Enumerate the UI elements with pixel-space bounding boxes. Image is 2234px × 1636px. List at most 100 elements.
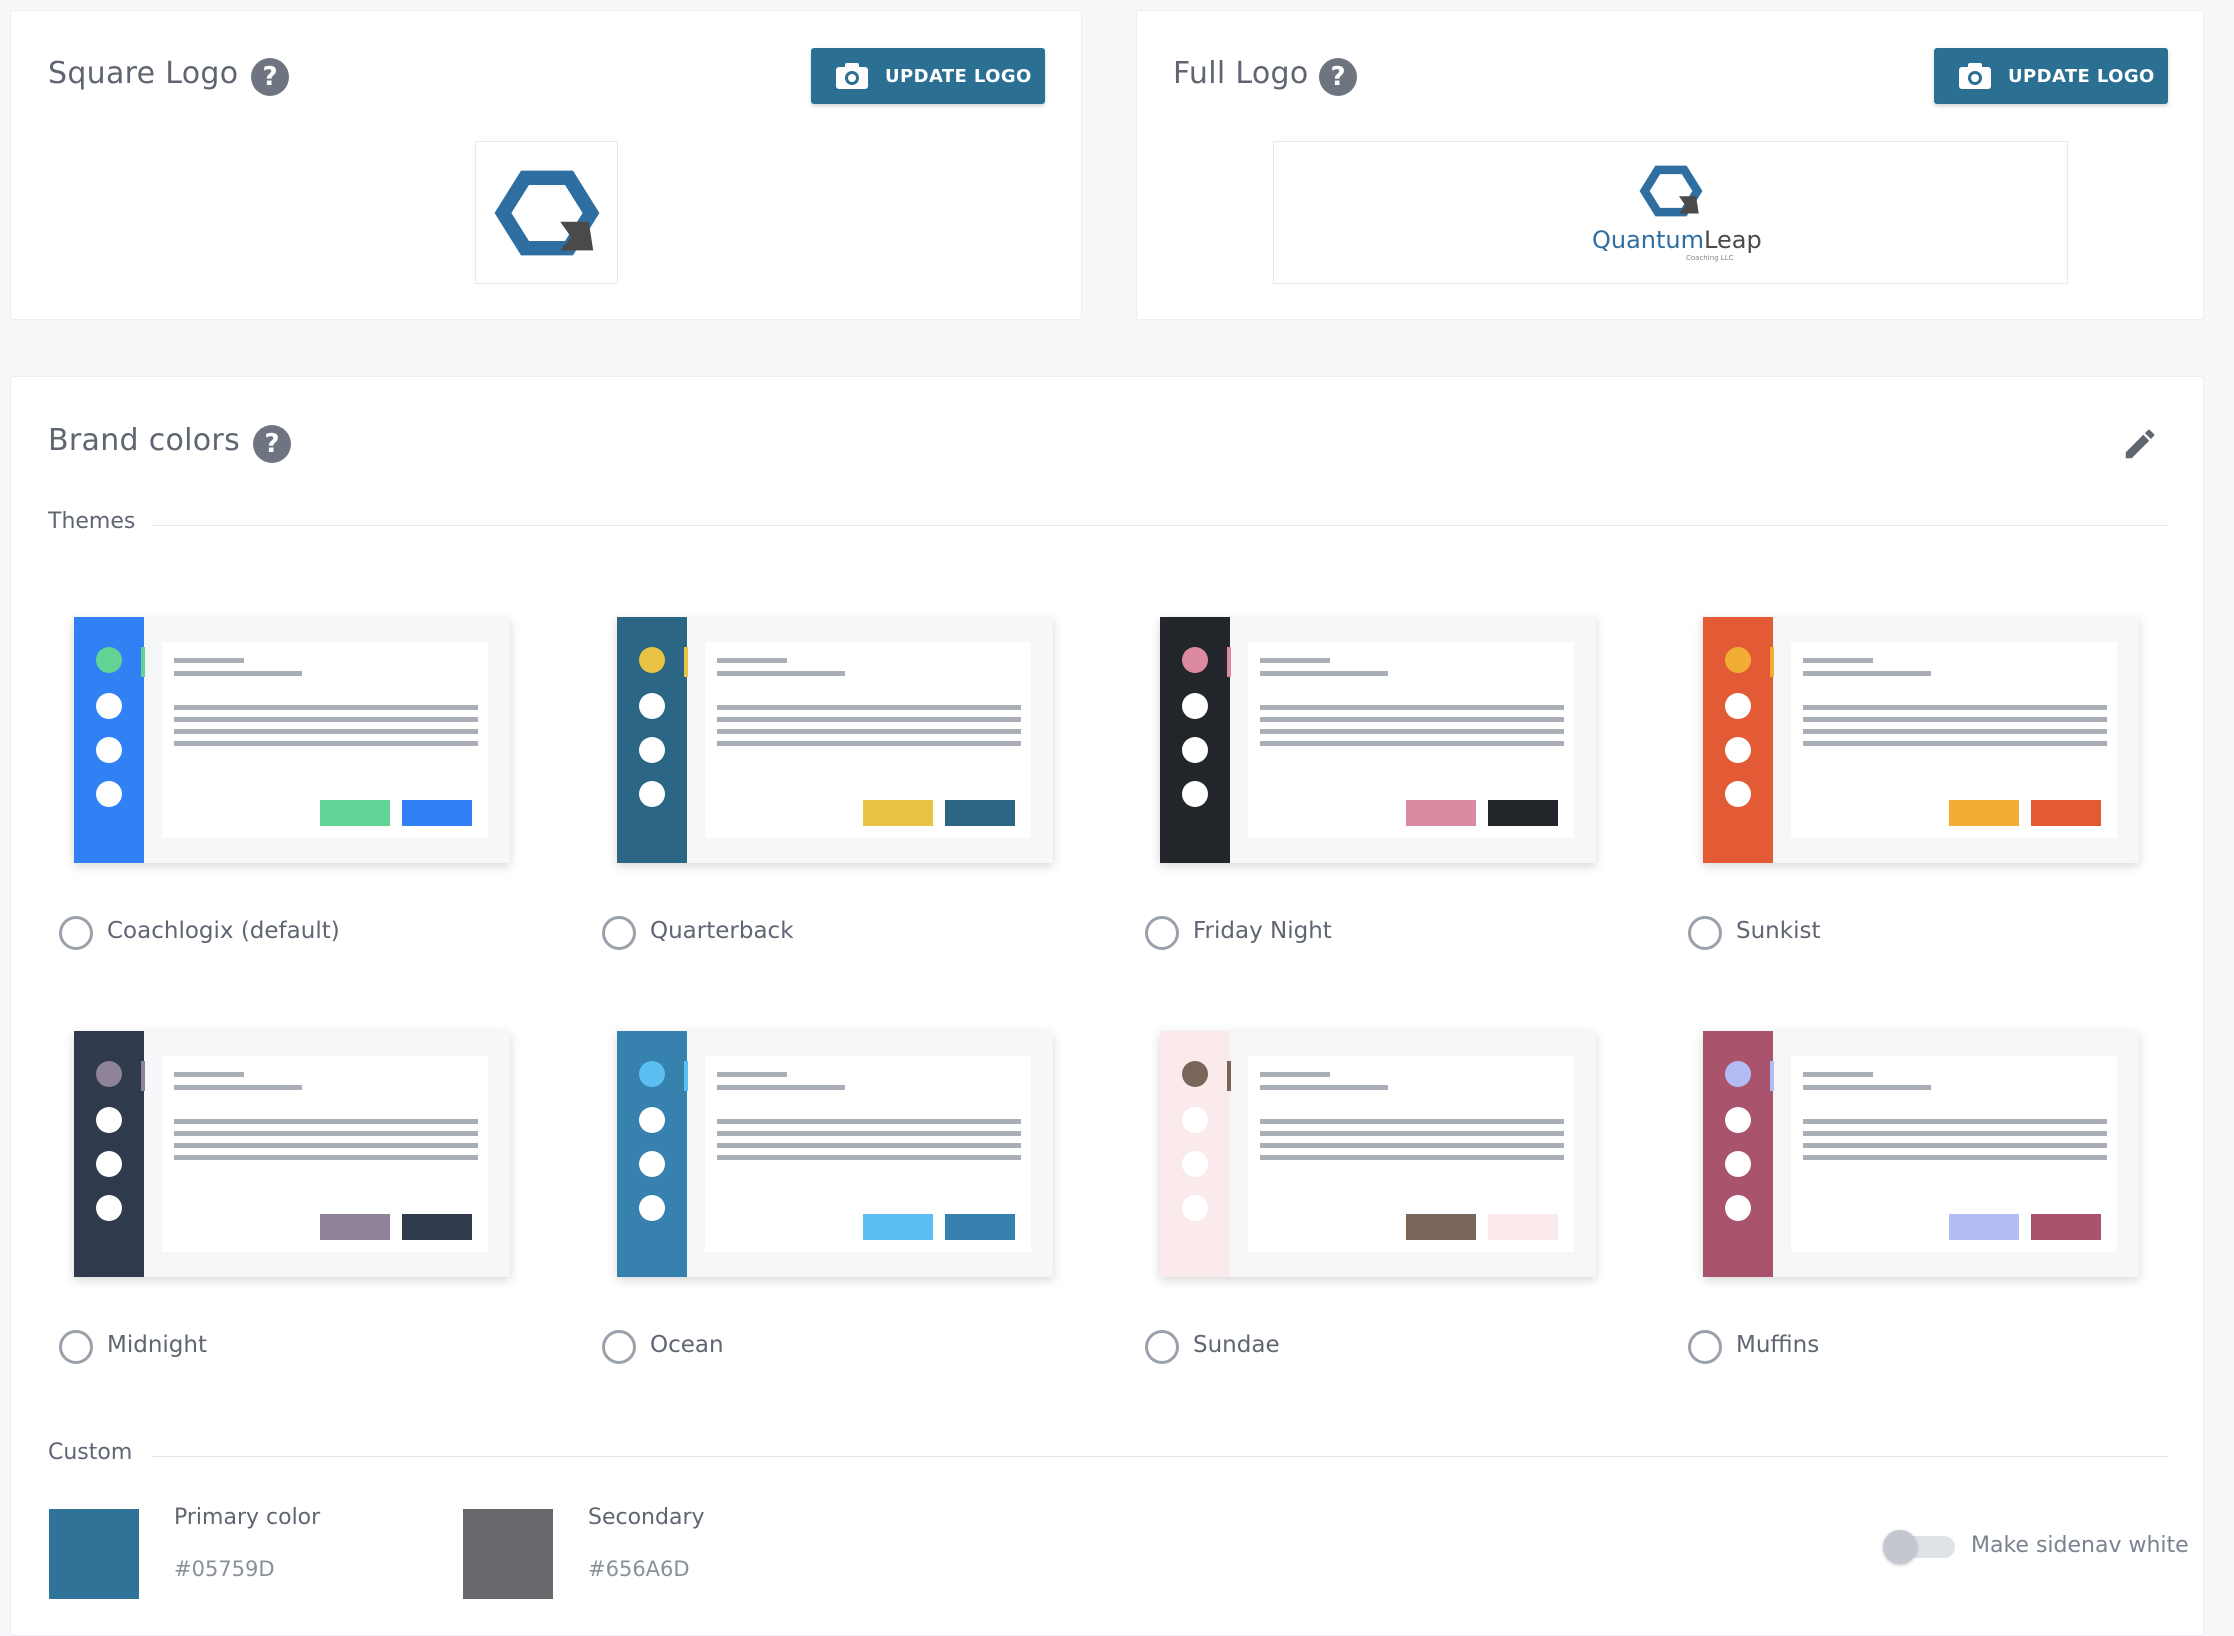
theme-name: Coachlogix (default)	[107, 918, 340, 944]
theme-preview-content	[1248, 642, 1574, 838]
theme-preview-nav-dot	[639, 737, 665, 763]
theme-name: Midnight	[107, 1332, 207, 1358]
theme-preview-active-marker	[141, 1061, 145, 1091]
theme-name: Friday Night	[1193, 918, 1332, 944]
secondary-color-swatch[interactable]	[463, 1509, 553, 1599]
theme-preview-active-dot	[639, 647, 665, 673]
theme-radio[interactable]	[602, 916, 636, 950]
theme-preview-text-line	[1260, 1085, 1388, 1090]
theme-radio[interactable]	[602, 1330, 636, 1364]
theme-preview-text-line	[174, 741, 478, 746]
theme-preview-text-line	[1260, 705, 1564, 710]
theme-preview[interactable]	[617, 617, 1053, 863]
quantum-leap-logo-icon	[494, 170, 600, 256]
theme-preview-nav-dot	[639, 1107, 665, 1133]
theme-preview-text-line	[174, 1131, 478, 1136]
theme-option[interactable]: Sundae	[1145, 1031, 1596, 1364]
theme-preview-primary-button	[945, 1214, 1015, 1240]
theme-preview-nav-dot	[1182, 1107, 1208, 1133]
theme-option[interactable]: Friday Night	[1145, 617, 1596, 950]
logo-text-leap: Leap	[1704, 226, 1762, 254]
theme-preview-text-line	[717, 1072, 787, 1077]
theme-option[interactable]: Ocean	[602, 1031, 1053, 1364]
theme-preview-text-line	[1803, 1155, 2107, 1160]
sidenav-white-toggle[interactable]	[1883, 1527, 1959, 1567]
theme-preview-sidebar	[1703, 1031, 1773, 1277]
theme-preview-content	[1791, 642, 2117, 838]
theme-radio[interactable]	[59, 916, 93, 950]
update-full-logo-button[interactable]: UPDATE LOGO	[1934, 48, 2168, 104]
theme-preview-text-line	[1803, 671, 1931, 676]
theme-radio[interactable]	[1145, 1330, 1179, 1364]
brand-colors-title: Brand colors	[48, 423, 240, 458]
theme-preview-secondary-button	[320, 800, 390, 826]
theme-preview-active-dot	[1182, 647, 1208, 673]
theme-preview-text-line	[717, 741, 1021, 746]
square-logo-frame	[475, 141, 618, 284]
custom-label: Custom	[48, 1440, 133, 1465]
quantum-leap-logo-icon	[1639, 165, 1703, 217]
theme-preview[interactable]	[1703, 617, 2139, 863]
theme-preview-primary-button	[2031, 800, 2101, 826]
theme-preview[interactable]	[1703, 1031, 2139, 1277]
theme-preview-secondary-button	[1406, 800, 1476, 826]
theme-preview-secondary-button	[1406, 1214, 1476, 1240]
theme-radio[interactable]	[1688, 1330, 1722, 1364]
theme-preview-text-line	[174, 1143, 478, 1148]
theme-preview-active-marker	[141, 647, 145, 677]
theme-preview-text-line	[1803, 717, 2107, 722]
themes-divider	[151, 525, 2169, 526]
theme-preview-secondary-button	[863, 1214, 933, 1240]
update-logo-label: UPDATE LOGO	[2008, 65, 2155, 87]
theme-name: Sunkist	[1736, 918, 1821, 944]
theme-preview[interactable]	[74, 1031, 510, 1277]
theme-preview-text-line	[1260, 1155, 1564, 1160]
theme-preview[interactable]	[1160, 1031, 1596, 1277]
theme-preview-text-line	[174, 1072, 244, 1077]
theme-preview[interactable]	[617, 1031, 1053, 1277]
theme-preview-text-line	[1260, 658, 1330, 663]
theme-option[interactable]: Quarterback	[602, 617, 1053, 950]
theme-preview-text-line	[1260, 1119, 1564, 1124]
full-logo-wordmark: QuantumLeap	[1592, 226, 1762, 254]
primary-color-swatch[interactable]	[49, 1509, 139, 1599]
update-logo-label: UPDATE LOGO	[885, 65, 1032, 87]
theme-preview-text-line	[1260, 729, 1564, 734]
theme-name: Ocean	[650, 1332, 724, 1358]
theme-preview-text-line	[717, 1143, 1021, 1148]
edit-pencil-icon[interactable]	[2121, 425, 2159, 463]
theme-preview-text-line	[1803, 741, 2107, 746]
help-icon[interactable]: ?	[1319, 58, 1357, 96]
theme-radio[interactable]	[59, 1330, 93, 1364]
theme-preview-text-line	[717, 717, 1021, 722]
theme-preview-text-line	[174, 658, 244, 663]
theme-preview-text-line	[1260, 671, 1388, 676]
theme-preview-sidebar	[74, 1031, 144, 1277]
help-icon[interactable]: ?	[251, 58, 289, 96]
theme-preview-text-line	[1803, 1072, 1873, 1077]
theme-option[interactable]: Sunkist	[1688, 617, 2139, 950]
theme-preview-text-line	[1803, 1131, 2107, 1136]
theme-option[interactable]: Muffins	[1688, 1031, 2139, 1364]
theme-preview-text-line	[717, 1085, 845, 1090]
theme-preview-content	[162, 642, 488, 838]
update-square-logo-button[interactable]: UPDATE LOGO	[811, 48, 1045, 104]
theme-preview-text-line	[717, 729, 1021, 734]
theme-preview-active-dot	[1182, 1061, 1208, 1087]
theme-preview-primary-button	[1488, 800, 1558, 826]
theme-radio[interactable]	[1688, 916, 1722, 950]
theme-preview[interactable]	[74, 617, 510, 863]
theme-preview-nav-dot	[1725, 1151, 1751, 1177]
theme-option[interactable]: Midnight	[59, 1031, 510, 1364]
theme-preview-text-line	[717, 1155, 1021, 1160]
theme-option[interactable]: Coachlogix (default)	[59, 617, 510, 950]
help-icon[interactable]: ?	[253, 425, 291, 463]
theme-preview-text-line	[174, 705, 478, 710]
theme-preview-secondary-button	[320, 1214, 390, 1240]
theme-preview[interactable]	[1160, 617, 1596, 863]
full-logo-title: Full Logo	[1173, 56, 1309, 91]
theme-name: Quarterback	[650, 918, 794, 944]
theme-preview-content	[1248, 1056, 1574, 1252]
theme-preview-text-line	[174, 1119, 478, 1124]
theme-radio[interactable]	[1145, 916, 1179, 950]
